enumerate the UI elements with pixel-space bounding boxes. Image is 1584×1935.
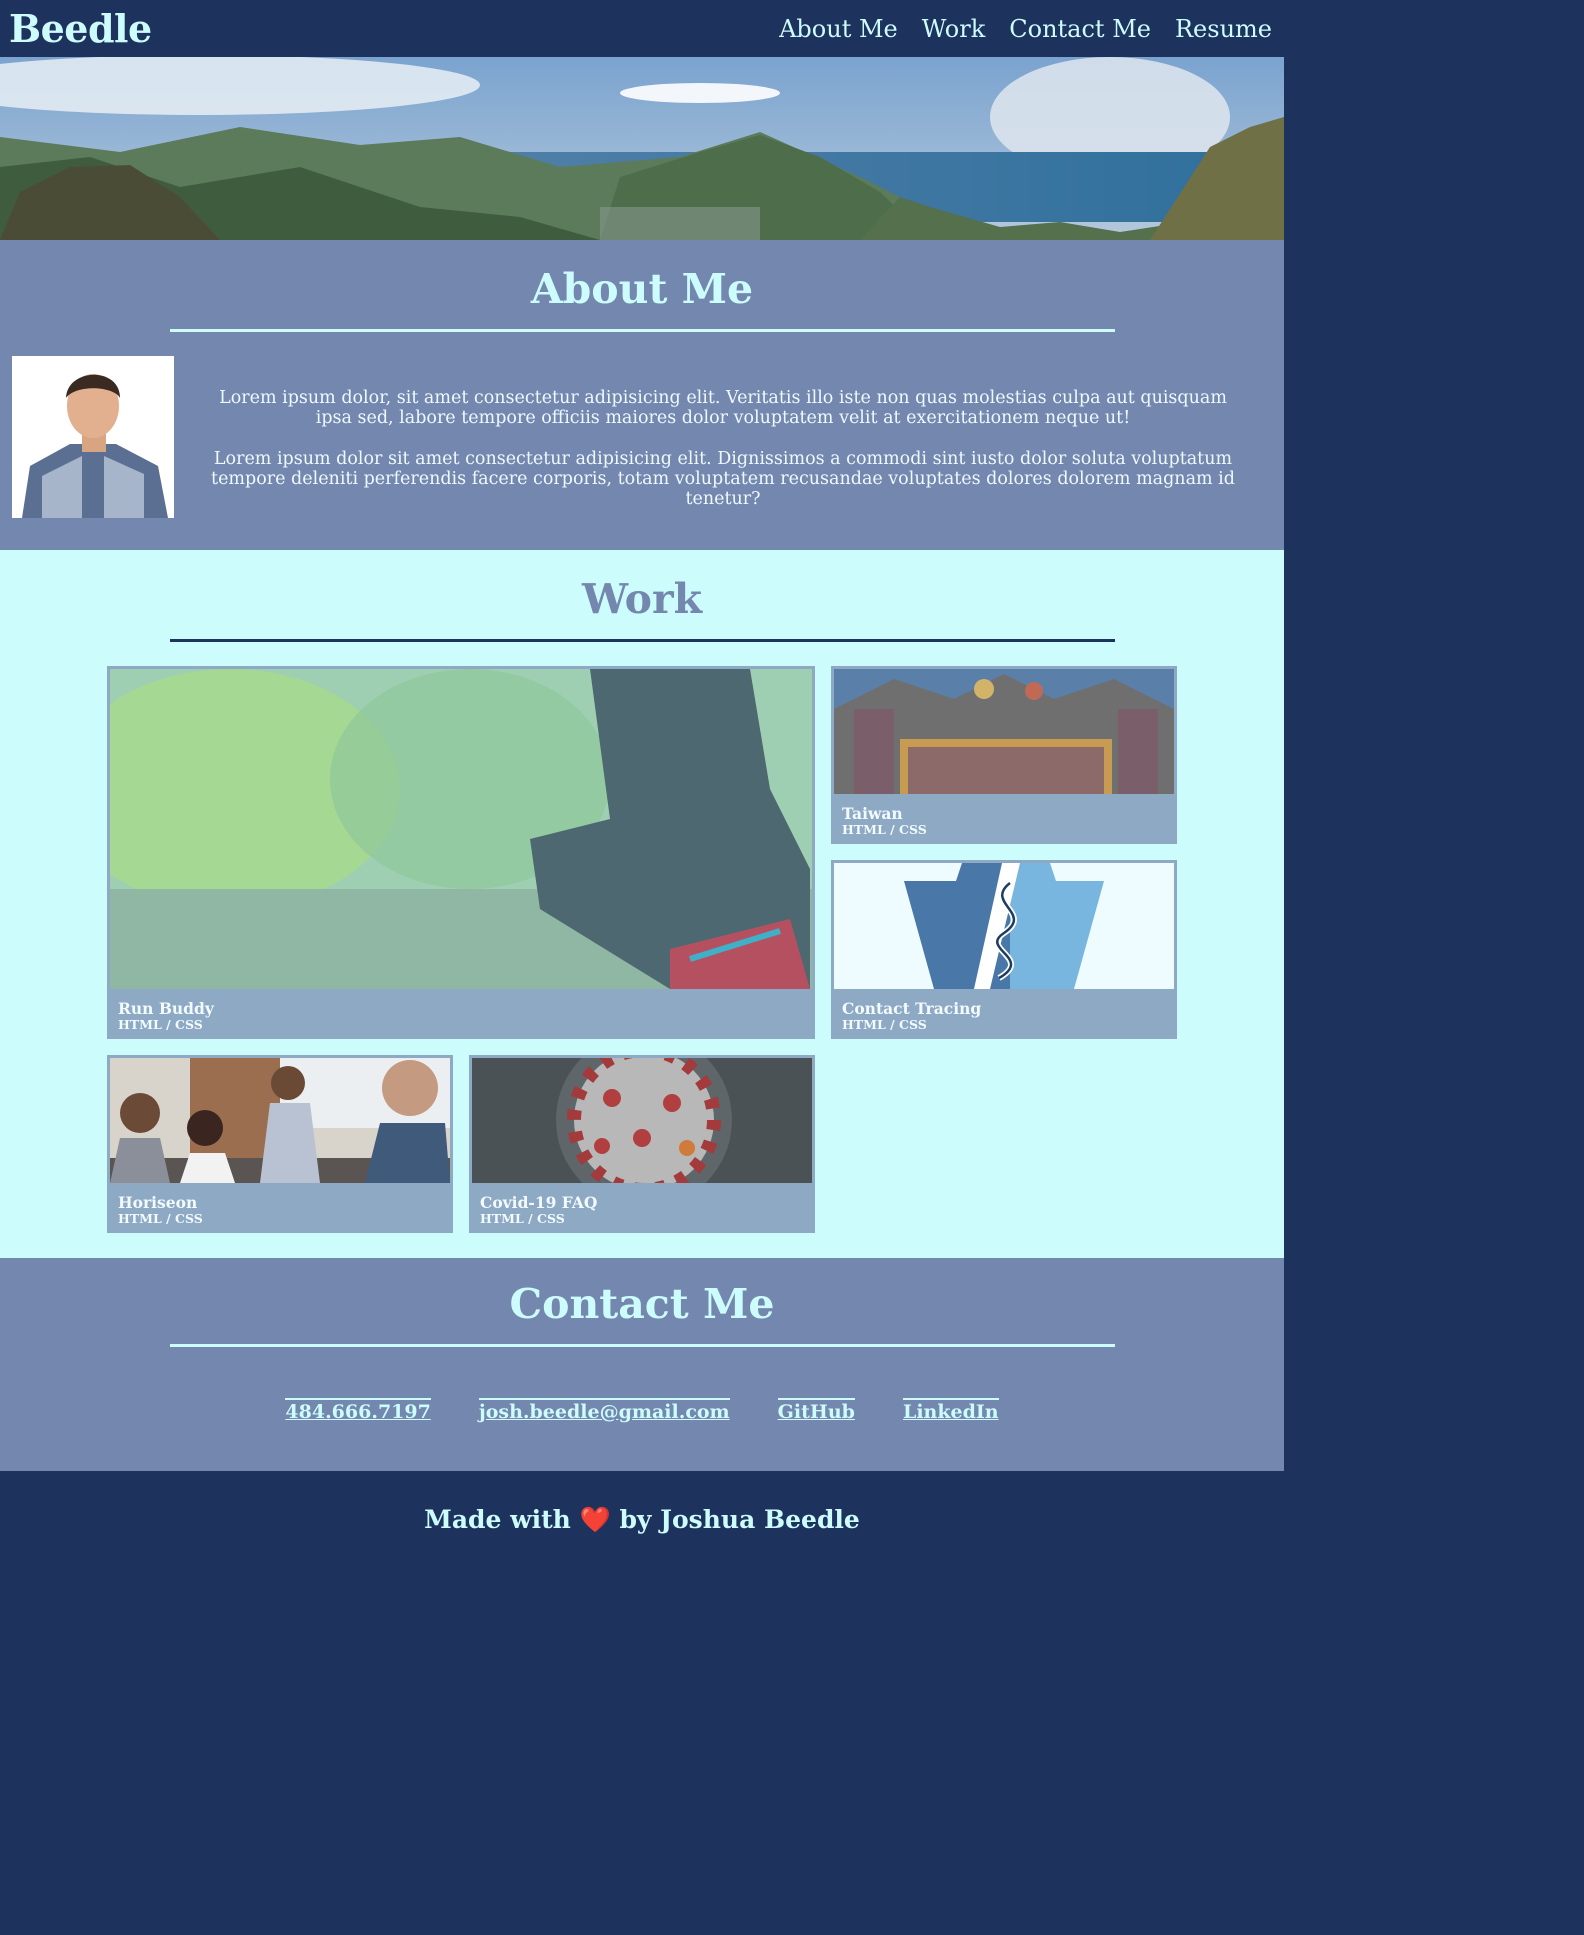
nav-about-me[interactable]: About Me [779, 15, 898, 43]
phone-link[interactable]: 484.666.7197 [285, 1398, 431, 1423]
about-section: About Me Lorem ipsum dolor, sit amet con… [0, 240, 1284, 550]
contact-tracing-title: Contact Tracing [842, 999, 982, 1018]
taiwan-tech: HTML / CSS [842, 822, 927, 837]
project-card-horiseon[interactable]: Horiseon HTML / CSS [107, 1055, 453, 1233]
about-paragraph-2: Lorem ipsum dolor sit amet consectetur a… [211, 449, 1235, 509]
linkedin-link[interactable]: LinkedIn [902, 1398, 999, 1423]
footer-credit: Made with ❤️ by Joshua Beedle [424, 1505, 860, 1535]
hero-banner [0, 57, 1284, 240]
main-nav: About Me Work Contact Me Resume [779, 15, 1272, 43]
nav-contact-me[interactable]: Contact Me [1009, 15, 1151, 43]
covid-faq-thumbnail [472, 1058, 812, 1183]
project-card-taiwan[interactable]: Taiwan HTML / CSS [831, 666, 1177, 844]
covid-faq-tech: HTML / CSS [480, 1211, 565, 1226]
nav-work[interactable]: Work [922, 15, 986, 43]
contact-links: 484.666.7197 josh.beedle@gmail.com GitHu… [0, 1398, 1284, 1423]
contact-section: Contact Me 484.666.7197 josh.beedle@gmai… [0, 1258, 1284, 1471]
contact-tracing-tech: HTML / CSS [842, 1017, 927, 1032]
about-title: About Me [530, 265, 754, 313]
contact-divider [169, 1344, 1115, 1347]
contact-tracing-caption: Contact Tracing HTML / CSS [842, 1000, 981, 1032]
site-header: Beedle About Me Work Contact Me Resume [0, 0, 1284, 57]
run-buddy-caption: Run Buddy HTML / CSS [118, 1000, 214, 1032]
horiseon-caption: Horiseon HTML / CSS [118, 1194, 203, 1226]
about-text: Lorem ipsum dolor, sit amet consectetur … [174, 356, 1244, 530]
horiseon-tech: HTML / CSS [118, 1211, 203, 1226]
horiseon-thumbnail [110, 1058, 450, 1183]
covid-faq-caption: Covid-19 FAQ HTML / CSS [480, 1194, 597, 1226]
work-title: Work [581, 575, 703, 623]
project-card-run-buddy[interactable]: Run Buddy HTML / CSS [107, 666, 815, 1039]
about-divider [169, 329, 1115, 332]
portrait-avatar [12, 356, 174, 518]
hero-mountain-image [0, 57, 1284, 240]
covid-faq-title: Covid-19 FAQ [480, 1193, 598, 1212]
contact-tracing-thumbnail [834, 863, 1174, 989]
run-buddy-thumbnail [110, 669, 812, 989]
about-paragraph-1: Lorem ipsum dolor, sit amet consectetur … [219, 388, 1227, 428]
footer-prefix: Made with [424, 1504, 571, 1534]
project-card-covid-faq[interactable]: Covid-19 FAQ HTML / CSS [469, 1055, 815, 1233]
taiwan-title: Taiwan [842, 804, 903, 823]
about-body: Lorem ipsum dolor, sit amet consectetur … [12, 356, 1244, 530]
heart-icon: ❤️ [579, 1504, 611, 1534]
nav-resume[interactable]: Resume [1175, 15, 1272, 43]
work-section: Work Run Buddy HTML / CSS Taiwan HTML / … [0, 550, 1284, 1258]
email-link[interactable]: josh.beedle@gmail.com [478, 1398, 730, 1423]
taiwan-caption: Taiwan HTML / CSS [842, 805, 927, 837]
taiwan-thumbnail [834, 669, 1174, 794]
github-link[interactable]: GitHub [777, 1398, 855, 1423]
run-buddy-tech: HTML / CSS [118, 1017, 203, 1032]
horiseon-title: Horiseon [118, 1193, 198, 1212]
site-brand[interactable]: Beedle [9, 6, 152, 51]
footer-suffix: by Joshua Beedle [619, 1504, 860, 1534]
profile-photo [12, 356, 174, 518]
contact-title: Contact Me [509, 1280, 775, 1328]
run-buddy-title: Run Buddy [118, 999, 214, 1018]
work-divider [169, 639, 1115, 642]
project-card-contact-tracing[interactable]: Contact Tracing HTML / CSS [831, 860, 1177, 1039]
site-footer: Made with ❤️ by Joshua Beedle [0, 1471, 1284, 1568]
